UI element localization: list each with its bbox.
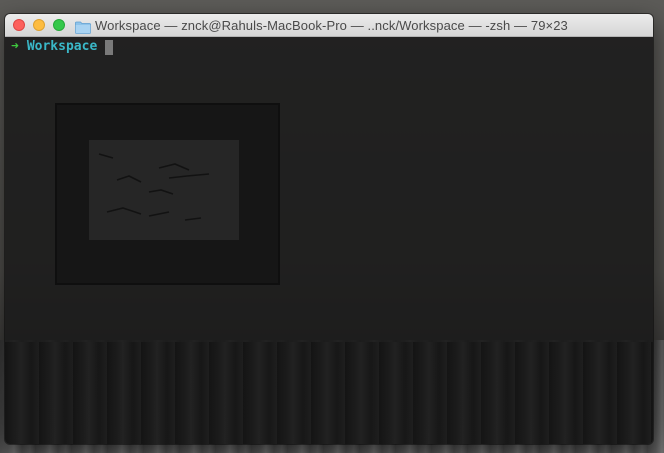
background-picture-mat	[89, 140, 239, 240]
text-cursor	[105, 39, 114, 55]
background-picture-art	[98, 153, 210, 221]
close-button[interactable]	[13, 19, 25, 31]
prompt-arrow-icon: ➜	[11, 39, 19, 54]
background-floor-reflection	[5, 342, 653, 444]
window-title: Workspace — znck@Rahuls-MacBook-Pro — ..…	[75, 14, 568, 37]
window-title-text: Workspace — znck@Rahuls-MacBook-Pro — ..…	[95, 18, 568, 33]
prompt-line[interactable]: ➜ Workspace	[11, 39, 114, 55]
folder-icon	[75, 19, 91, 34]
current-directory: Workspace	[26, 39, 98, 54]
terminal-window: Workspace — znck@Rahuls-MacBook-Pro — ..…	[5, 14, 653, 444]
title-bar[interactable]: Workspace — znck@Rahuls-MacBook-Pro — ..…	[5, 14, 653, 37]
zoom-button[interactable]	[53, 19, 65, 31]
terminal-content[interactable]: ➜ Workspace	[5, 37, 653, 444]
background-picture-frame	[55, 103, 280, 285]
minimize-button[interactable]	[33, 19, 45, 31]
